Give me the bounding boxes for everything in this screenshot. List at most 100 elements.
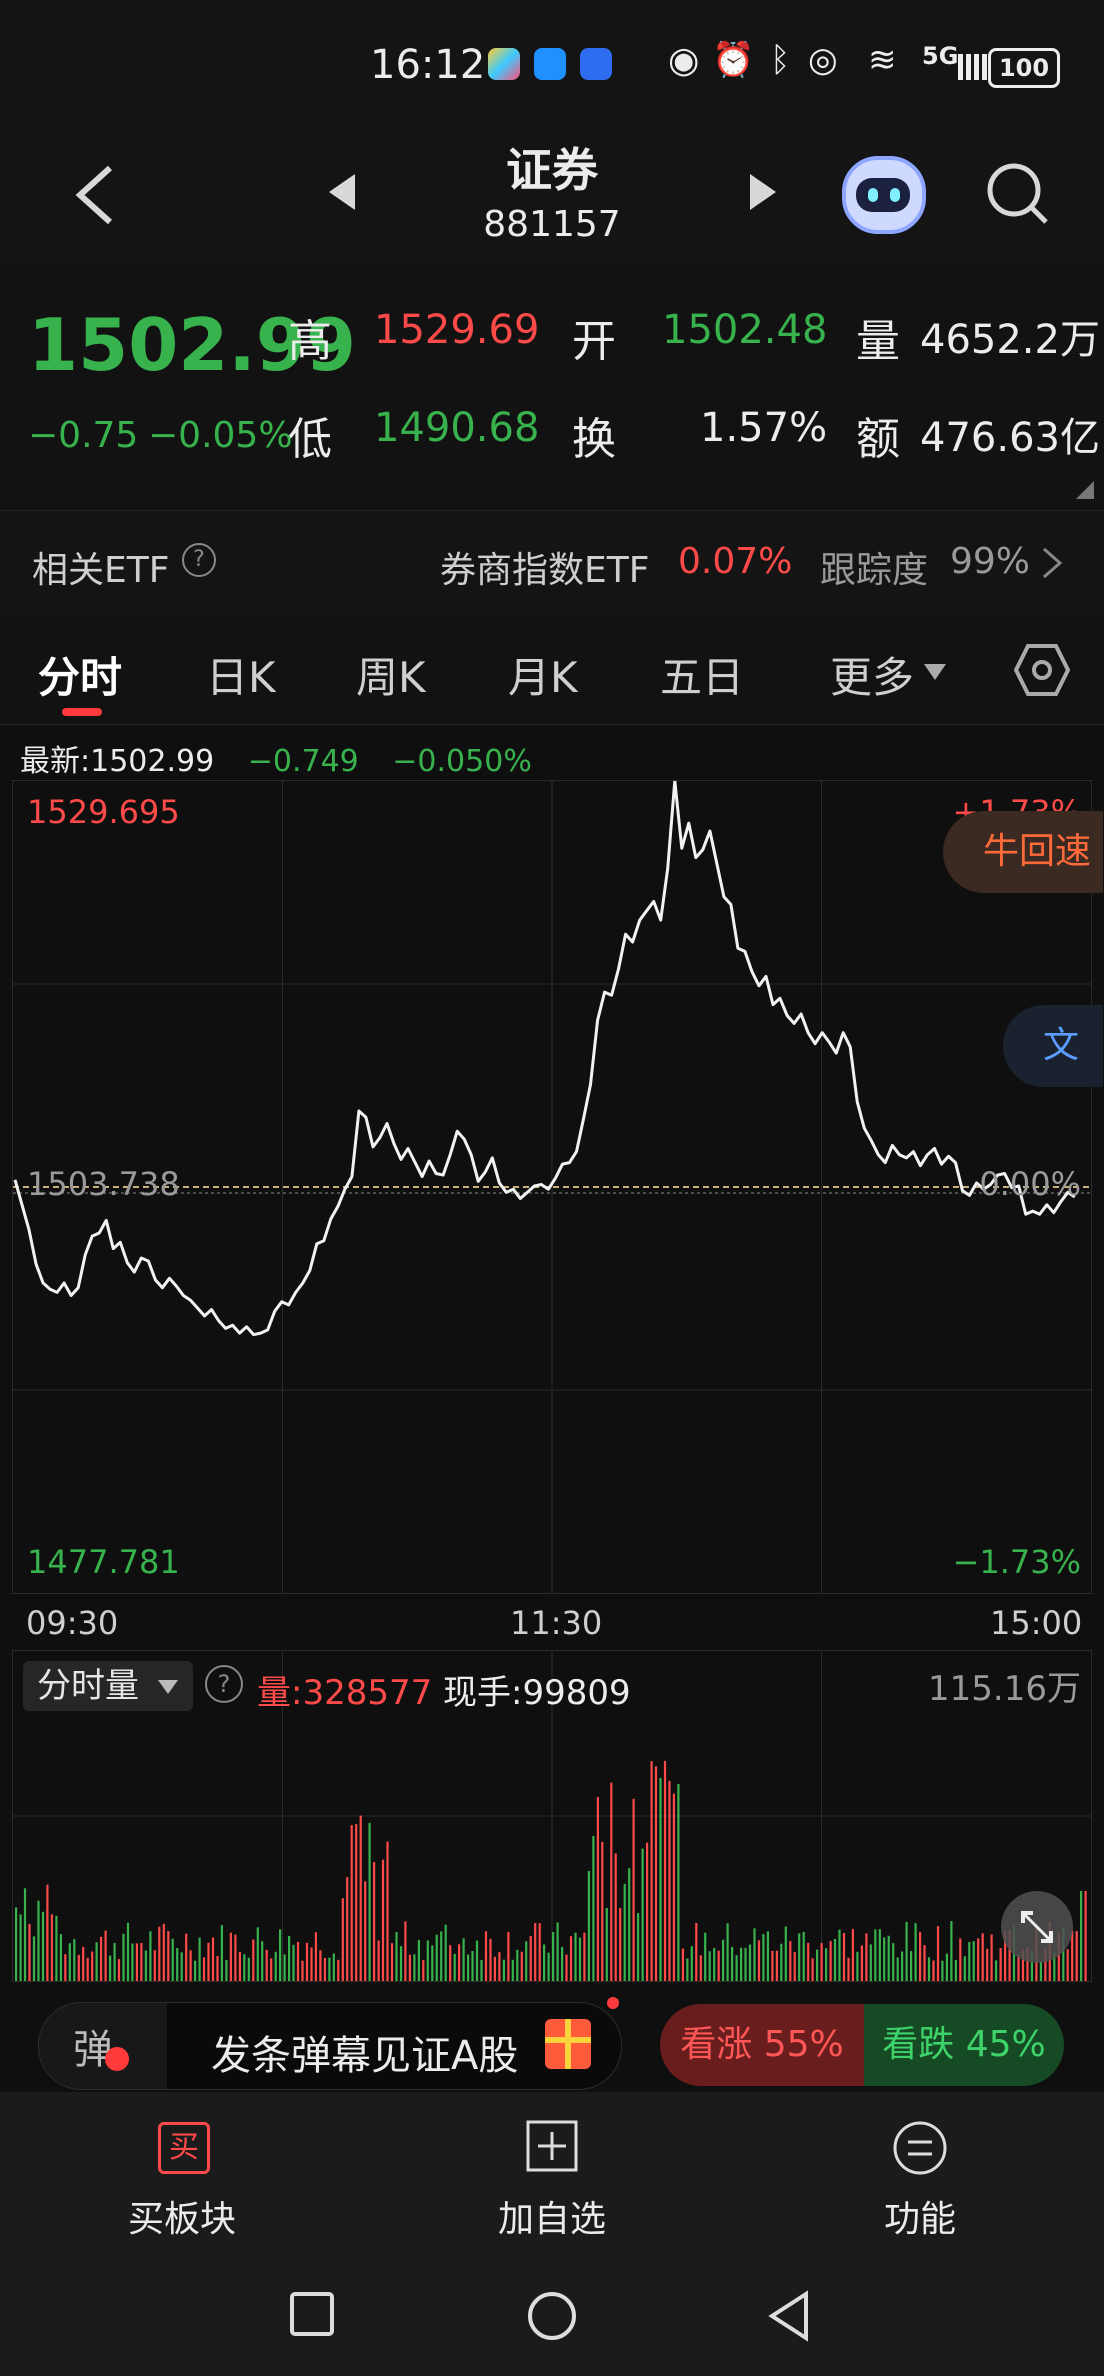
volume-bar <box>681 1948 684 1981</box>
recent-apps-icon[interactable] <box>288 2290 336 2338</box>
danmu-bar[interactable]: 弹 发条弹幕见证A股 <box>38 1997 622 2090</box>
add-watchlist-button[interactable]: 加自选 <box>482 2120 622 2240</box>
volume-bar <box>932 1960 935 1981</box>
volume-bar <box>726 1923 729 1981</box>
volume-bar <box>646 1842 649 1981</box>
volume-bar <box>766 1931 769 1981</box>
bull-badge[interactable]: 牛回速 <box>943 811 1103 893</box>
prev-stock-icon[interactable] <box>325 170 359 214</box>
volume-bar <box>444 1924 447 1981</box>
gift-icon[interactable] <box>545 2019 591 2069</box>
expand-corner-icon[interactable] <box>1076 481 1094 499</box>
volume-bar <box>350 1825 353 1981</box>
danmu-input[interactable]: 发条弹幕见证A股 <box>167 1997 621 2089</box>
volume-bar <box>288 1936 291 1981</box>
volume-bar <box>757 1940 761 1981</box>
home-icon[interactable] <box>526 2290 578 2342</box>
functions-button[interactable]: 功能 <box>850 2120 990 2240</box>
add-watchlist-label: 加自选 <box>497 2199 606 2240</box>
tab-five-day[interactable]: 五日 <box>660 644 744 705</box>
volume-bar <box>708 1951 711 1981</box>
volume-bar <box>896 1957 899 1981</box>
tab-daily-k[interactable]: 日K <box>206 644 276 705</box>
volume-bar <box>578 1937 582 1981</box>
volume-chart[interactable]: 分时量 ? 量:328577 现手:99809 115.16万 <box>12 1650 1092 1982</box>
current-hand-value: 现手:99809 <box>443 1673 631 1713</box>
dropdown-icon[interactable] <box>922 662 948 682</box>
volume-bar <box>798 1933 801 1981</box>
volume-bar <box>207 1942 210 1981</box>
top-nav: 证券 881157 <box>0 130 1104 265</box>
low-label: 低 <box>288 414 332 465</box>
volume-bar <box>587 1871 590 1981</box>
y-top-label: 1529.695 <box>27 793 180 831</box>
volume-bar <box>583 1932 586 1981</box>
volume-bar <box>520 1951 523 1981</box>
volume-bar <box>458 1944 461 1981</box>
volume-bar <box>516 1949 519 1981</box>
volume-bar <box>874 1929 877 1981</box>
volume-bar <box>153 1950 156 1981</box>
volume-bar <box>373 1862 376 1981</box>
tab-intraday[interactable]: 分时 <box>38 644 122 705</box>
fullscreen-icon <box>1021 1911 1053 1943</box>
volume-bar <box>990 1934 993 1981</box>
bullish-button[interactable]: 看涨 55% <box>660 2004 864 2086</box>
amount-label: 额 <box>856 414 900 465</box>
bearish-button[interactable]: 看跌 45% <box>864 2004 1064 2086</box>
volume-bar <box>704 1932 707 1981</box>
volume-bar <box>816 1949 819 1981</box>
text-badge[interactable]: 文 <box>1003 1005 1103 1087</box>
back-nav-icon[interactable] <box>766 2290 814 2342</box>
volume-bar <box>296 1941 300 1981</box>
track-value: 99% <box>950 541 1031 582</box>
volume-bar <box>735 1955 738 1981</box>
volume-bar <box>986 1948 989 1981</box>
volume-bar <box>292 1944 295 1981</box>
tab-monthly-k[interactable]: 月K <box>508 644 578 705</box>
volume-bar <box>807 1942 810 1981</box>
chevron-right-icon <box>1043 547 1063 579</box>
etf-row[interactable]: 相关ETF ? 券商指数ETF 0.07% 跟踪度 99% <box>0 510 1104 616</box>
volume-bar <box>229 1932 232 1981</box>
track-label: 跟踪度 <box>820 550 929 591</box>
tab-more[interactable]: 更多 <box>830 644 914 705</box>
volume-bar <box>180 1952 183 1981</box>
wifi-icon: ≋ <box>868 40 897 80</box>
fullscreen-button[interactable] <box>1001 1891 1073 1963</box>
help-icon[interactable]: ? <box>205 1665 243 1703</box>
volume-bar <box>55 1915 58 1981</box>
price-series-line <box>13 779 1076 1337</box>
status-bar: 16:12 ◉ ⏰ ᛒ ◎ ≋ 5G 100 <box>0 0 1104 130</box>
buy-sector-button[interactable]: 买 买板块 <box>112 2120 252 2240</box>
next-stock-icon[interactable] <box>746 170 780 214</box>
volume-bar <box>413 1954 416 1981</box>
volume-bar <box>959 1938 962 1981</box>
volume-bar <box>310 1947 313 1981</box>
volume-bar <box>489 1938 492 1981</box>
y-bottom-pct-label: −1.73% <box>952 1543 1081 1581</box>
volume-bar <box>355 1824 358 1981</box>
volume-bar <box>842 1933 846 1981</box>
volume-bar <box>100 1936 103 1981</box>
back-icon[interactable] <box>70 160 120 230</box>
settings-icon[interactable] <box>1014 642 1070 698</box>
volume-bar <box>368 1822 371 1981</box>
help-icon[interactable]: ? <box>182 543 216 577</box>
volume-bar <box>171 1938 174 1981</box>
volume-bar <box>941 1960 944 1981</box>
signal-icon: 5G <box>922 42 959 70</box>
search-icon[interactable] <box>984 160 1052 228</box>
robot-assistant-icon[interactable] <box>842 156 926 234</box>
turnover-label: 换 <box>572 414 616 465</box>
volume-bar <box>672 1793 675 1981</box>
volume-bar <box>77 1954 80 1981</box>
volume-selector[interactable]: 分时量 <box>23 1661 193 1711</box>
volume-bar <box>417 1939 420 1981</box>
volume-bar <box>408 1954 411 1981</box>
volume-bar <box>404 1921 407 1981</box>
volume-bar <box>305 1942 309 1981</box>
status-time: 16:12 <box>370 42 486 88</box>
tab-weekly-k[interactable]: 周K <box>356 644 426 705</box>
price-chart[interactable]: 1529.695 1503.738 1477.781 +1.73% 0.00% … <box>12 779 1103 1594</box>
